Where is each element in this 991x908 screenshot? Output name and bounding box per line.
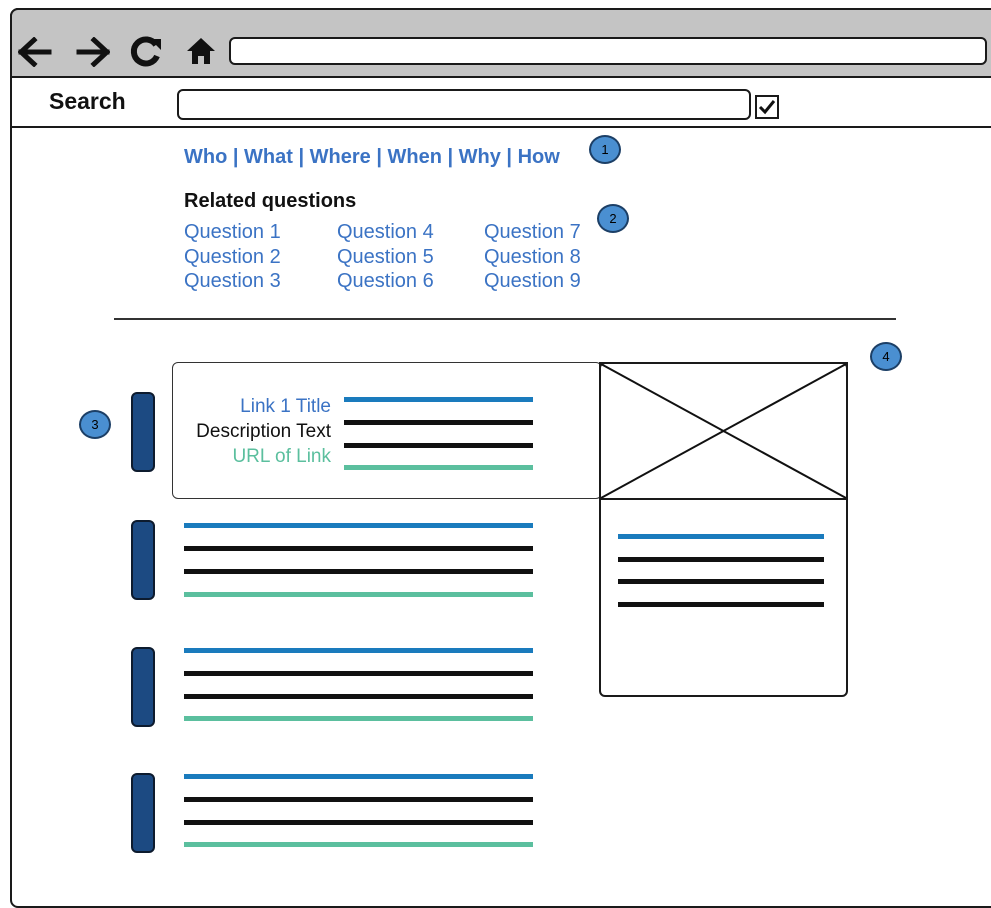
- result-description-placeholder: [184, 546, 533, 551]
- result-title-placeholder[interactable]: [184, 774, 533, 779]
- result-url-placeholder[interactable]: [184, 716, 533, 721]
- related-question-link[interactable]: Question 7: [484, 221, 581, 244]
- search-input[interactable]: [177, 89, 751, 120]
- wh-separator: |: [227, 146, 245, 168]
- related-question-link[interactable]: Question 1: [184, 221, 281, 244]
- preview-text-placeholder: [618, 602, 824, 607]
- checkmark-icon: [758, 100, 776, 115]
- result-marker[interactable]: [131, 647, 155, 727]
- related-question-link[interactable]: Question 3: [184, 270, 281, 293]
- result-title-placeholder[interactable]: [184, 523, 533, 528]
- wh-links: Who | What | Where | When | Why | How: [184, 146, 560, 169]
- wh-separator: |: [370, 146, 388, 168]
- result-marker[interactable]: [131, 392, 155, 472]
- result-description-placeholder: [184, 820, 533, 825]
- result-marker[interactable]: [131, 773, 155, 853]
- related-question-link[interactable]: Question 2: [184, 246, 281, 269]
- result-description-placeholder: [184, 694, 533, 699]
- wh-link-what[interactable]: What: [244, 146, 293, 168]
- preview-text-placeholder: [618, 579, 824, 584]
- reload-icon[interactable]: [130, 34, 164, 68]
- wh-separator: |: [441, 146, 459, 168]
- result-description-placeholder: [344, 443, 533, 448]
- result-marker[interactable]: [131, 520, 155, 600]
- search-checkbox[interactable]: [755, 95, 779, 119]
- annotation-badge-4: 4: [870, 342, 902, 371]
- wh-link-who[interactable]: Who: [184, 146, 227, 168]
- related-question-link[interactable]: Question 4: [337, 221, 434, 244]
- related-question-link[interactable]: Question 8: [484, 246, 581, 269]
- image-placeholder-icon: [601, 364, 846, 498]
- result-title-placeholder[interactable]: [184, 648, 533, 653]
- result-url-placeholder[interactable]: [184, 592, 533, 597]
- annotation-badge-3: 3: [79, 410, 111, 439]
- related-question-link[interactable]: Question 9: [484, 270, 581, 293]
- preview-image-placeholder: [599, 362, 848, 500]
- annotation-badge-2: 2: [597, 204, 629, 233]
- wh-link-how[interactable]: How: [518, 146, 560, 168]
- related-questions-title: Related questions: [184, 190, 357, 212]
- annotation-badge-1: 1: [589, 135, 621, 164]
- result-description-placeholder: [184, 671, 533, 676]
- header-divider: [10, 126, 991, 128]
- result-url-placeholder[interactable]: [184, 842, 533, 847]
- forward-arrow-icon[interactable]: [76, 37, 110, 67]
- related-question-link[interactable]: Question 6: [337, 270, 434, 293]
- result-url-placeholder: [344, 465, 533, 470]
- result-description-placeholder: [344, 420, 533, 425]
- wh-separator: |: [292, 146, 310, 168]
- section-divider: [114, 318, 896, 320]
- result-title-link[interactable]: Link 1 Title: [240, 396, 331, 418]
- result-url[interactable]: URL of Link: [232, 446, 331, 468]
- home-icon[interactable]: [185, 36, 217, 66]
- preview-title-placeholder: [618, 534, 824, 539]
- result-description-placeholder: [184, 797, 533, 802]
- wh-link-when[interactable]: When: [387, 146, 441, 168]
- result-description: Description Text: [196, 421, 331, 442]
- result-title-placeholder: [344, 397, 533, 402]
- search-label: Search: [49, 88, 126, 114]
- wh-separator: |: [500, 146, 518, 168]
- url-bar[interactable]: [229, 37, 987, 65]
- result-description-placeholder: [184, 569, 533, 574]
- preview-text-placeholder: [618, 557, 824, 562]
- related-question-link[interactable]: Question 5: [337, 246, 434, 269]
- back-arrow-icon[interactable]: [18, 37, 52, 67]
- wh-link-why[interactable]: Why: [459, 146, 501, 168]
- wh-link-where[interactable]: Where: [310, 146, 371, 168]
